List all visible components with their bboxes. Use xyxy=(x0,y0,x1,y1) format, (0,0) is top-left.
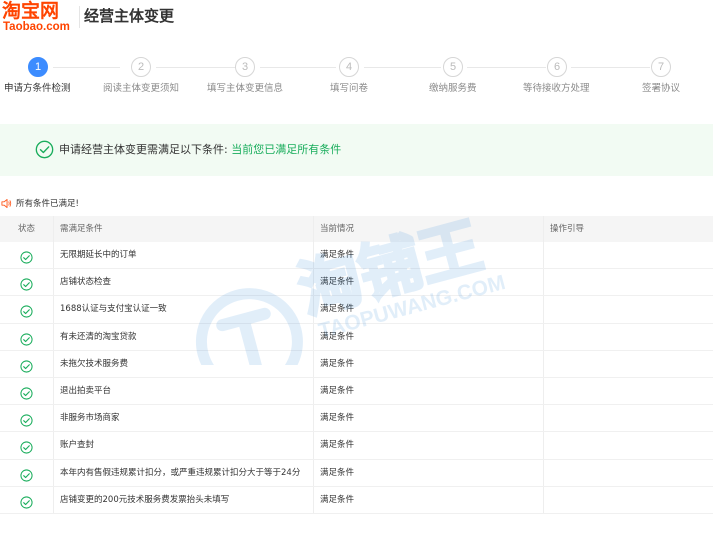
current-status: 满足条件 xyxy=(320,440,355,451)
condition-text: 非服务市场商家 xyxy=(60,413,120,424)
step-connector xyxy=(260,67,336,68)
condition-text: 店铺变更的200元技术服务费发票抬头未填写 xyxy=(60,494,230,505)
taobao-logo[interactable]: 淘宝网 Taobao.com xyxy=(2,0,76,36)
all-satisfied-text: 所有条件已满足! xyxy=(16,199,79,209)
current-status: 满足条件 xyxy=(320,250,355,260)
header-condition: 需满足条件 xyxy=(60,224,103,234)
check-icon xyxy=(20,412,33,427)
table-row: 本年内有售假违规累计扣分，或严重违规累计扣分大于等于24分 满足条件 xyxy=(0,460,713,487)
condition-text: 无限期延长中的订单 xyxy=(60,250,137,260)
step-label: 签署协议 xyxy=(642,83,681,94)
step-label: 填写主体变更信息 xyxy=(207,83,284,94)
table-row: 有未还清的淘宝贷款 满足条件 xyxy=(0,324,713,351)
table-row: 未拖欠技术服务费 满足条件 xyxy=(0,351,713,378)
step-label: 等待接收方处理 xyxy=(523,83,590,94)
header-divider xyxy=(79,6,80,28)
table-row: 退出拍卖平台 满足条件 xyxy=(0,378,713,406)
step-label: 阅读主体变更须知 xyxy=(103,83,180,94)
step-number: 7 xyxy=(651,57,671,77)
condition-text: 账户查封 xyxy=(60,440,95,451)
step-connector xyxy=(156,67,236,68)
condition-text: 有未还清的淘宝贷款 xyxy=(60,331,137,342)
check-icon xyxy=(20,494,33,509)
condition-text: 本年内有售假违规累计扣分，或严重违规累计扣分大于等于24分 xyxy=(60,467,301,478)
current-status: 满足条件 xyxy=(320,277,355,288)
condition-text: 1688认证与支付宝认证一致 xyxy=(60,304,167,315)
check-icon xyxy=(20,467,33,482)
step-number: 3 xyxy=(235,57,255,77)
page-title: 经营主体变更 xyxy=(84,7,175,25)
table-row: 店铺变更的200元技术服务费发票抬头未填写 满足条件 xyxy=(0,487,713,514)
table-row: 1688认证与支付宝认证一致 满足条件 xyxy=(0,296,713,324)
table-row: 店铺状态检查 满足条件 xyxy=(0,269,713,297)
check-icon xyxy=(20,249,33,264)
step-number: 1 xyxy=(28,57,48,77)
table-row: 账户查封 满足条件 xyxy=(0,432,713,460)
speaker-icon xyxy=(1,199,12,208)
table-body: 无限期延长中的订单 满足条件 店铺状态检查 满足条件 1688认证与支付宝认证一致 满足条… xyxy=(0,242,713,514)
header-guide: 操作引导 xyxy=(550,224,585,234)
table-row: 无限期延长中的订单 满足条件 xyxy=(0,242,713,270)
progress-steps: 1 申请方条件检测 2 阅读主体变更须知 3 填写主体变更信息 4 填写问卷 5… xyxy=(0,55,713,100)
step-label: 填写问卷 xyxy=(330,83,369,94)
notice-label: 申请经营主体变更需满足以下条件: xyxy=(59,143,232,156)
logo-sub-text: Taobao.com xyxy=(3,21,70,33)
logo-main-text: 淘宝网 xyxy=(2,0,60,22)
step-connector xyxy=(571,67,650,68)
step-number: 5 xyxy=(443,57,463,77)
table-header: 状态 需满足条件 当前情况 操作引导 xyxy=(0,216,713,242)
current-status: 满足条件 xyxy=(320,467,355,478)
check-icon xyxy=(20,385,33,400)
notice-status: 当前您已满足所有条件 xyxy=(231,143,342,156)
current-status: 满足条件 xyxy=(320,494,355,505)
step-connector xyxy=(53,67,120,68)
header-current: 当前情况 xyxy=(320,224,355,234)
conditions-notice: 申请经营主体变更需满足以下条件: 当前您已满足所有条件 xyxy=(0,124,713,176)
current-status: 满足条件 xyxy=(320,358,355,369)
page-header: 淘宝网 Taobao.com 经营主体变更 xyxy=(0,0,713,40)
condition-text: 店铺状态检查 xyxy=(60,277,112,288)
conditions-table: 状态 需满足条件 当前情况 操作引导 无限期延长中的订单 满足条件 店铺状态检查 满足… xyxy=(0,216,713,514)
check-icon xyxy=(20,358,33,373)
current-status: 满足条件 xyxy=(320,331,355,342)
current-status: 满足条件 xyxy=(320,304,355,315)
check-circle-icon xyxy=(35,140,54,159)
check-icon xyxy=(20,439,33,454)
check-icon xyxy=(20,303,33,318)
table-row: 非服务市场商家 满足条件 xyxy=(0,405,713,433)
header-status: 状态 xyxy=(18,224,36,234)
current-status: 满足条件 xyxy=(320,385,355,396)
step-number: 6 xyxy=(547,57,567,77)
notice-text: 申请经营主体变更需满足以下条件: 当前您已满足所有条件 xyxy=(59,143,341,157)
check-icon xyxy=(20,331,33,346)
check-icon xyxy=(20,276,33,291)
step-connector xyxy=(364,67,441,68)
step-label: 缴纳服务费 xyxy=(429,83,477,94)
step-number: 4 xyxy=(339,57,359,77)
condition-text: 退出拍卖平台 xyxy=(60,385,112,396)
current-status: 满足条件 xyxy=(320,413,355,424)
step-label: 申请方条件检测 xyxy=(4,83,71,94)
condition-text: 未拖欠技术服务费 xyxy=(60,358,129,369)
step-number: 2 xyxy=(131,57,151,77)
step-connector xyxy=(467,67,546,68)
